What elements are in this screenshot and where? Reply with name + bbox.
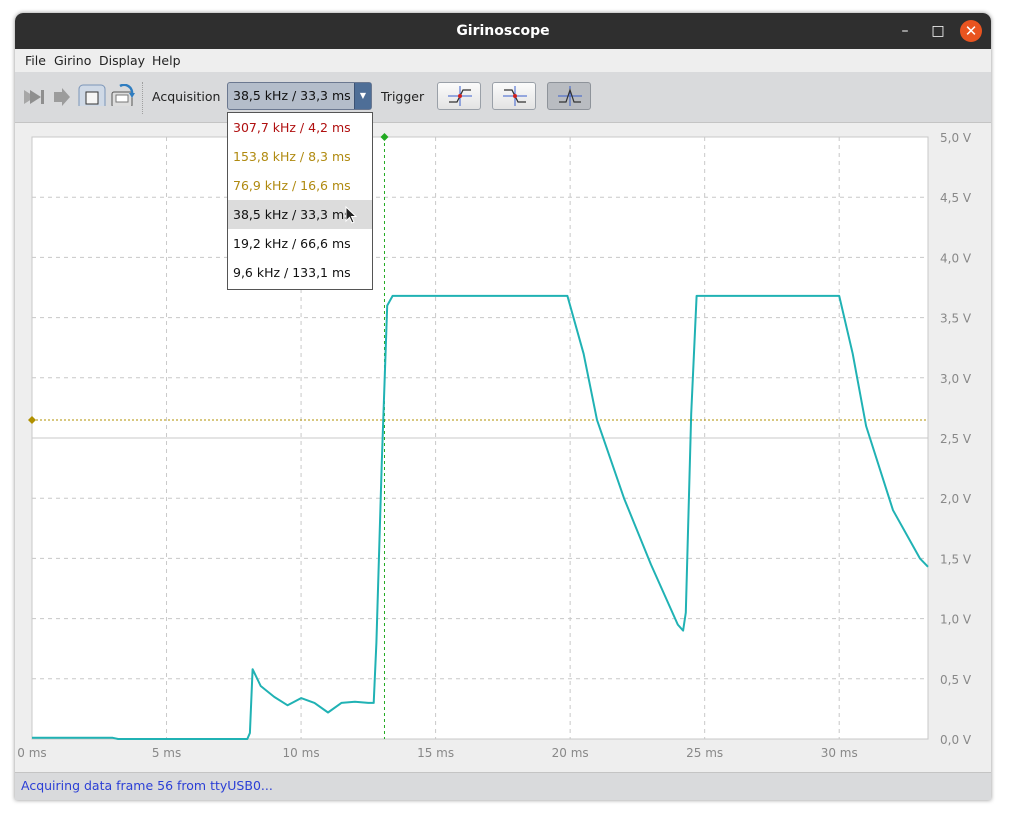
step-forward-icon[interactable]	[23, 86, 45, 108]
acquisition-option[interactable]: 153,8 kHz / 8,3 ms	[228, 142, 372, 171]
acquisition-combo-value: 38,5 kHz / 33,3 ms	[233, 88, 351, 103]
menu-display[interactable]: Display	[99, 49, 145, 72]
trigger-falling-edge-button[interactable]	[492, 82, 536, 110]
y-tick-label: 1,0 V	[940, 613, 972, 627]
y-tick-label: 3,0 V	[940, 372, 972, 386]
acquisition-label: Acquisition	[152, 89, 221, 104]
trigger-falling-edge-icon	[503, 86, 527, 106]
x-tick-label: 0 ms	[17, 746, 46, 760]
acquisition-option[interactable]: 76,9 kHz / 16,6 ms	[228, 171, 372, 200]
trigger-label: Trigger	[381, 89, 425, 104]
status-bar: Acquiring data frame 56 from ttyUSB0...	[15, 772, 991, 800]
toolbar: Acquisition 38,5 kHz / 33,3 ms ▼ Trigger	[15, 72, 991, 123]
y-tick-label: 1,5 V	[940, 552, 972, 566]
app-window: Girinoscope – □ ✕ File Girino Display He…	[15, 13, 991, 800]
y-tick-label: 5,0 V	[940, 131, 972, 145]
trigger-both-edges-icon	[558, 86, 582, 106]
y-tick-label: 3,5 V	[940, 312, 972, 326]
stop-icon[interactable]	[78, 84, 106, 106]
save-frame-icon[interactable]	[110, 84, 136, 106]
x-tick-label: 20 ms	[552, 746, 589, 760]
menu-help[interactable]: Help	[152, 49, 181, 72]
oscilloscope-plot[interactable]: 0 ms 5 ms 10 ms 15 ms 20 ms 25 ms 30 ms 0,0 V 0,…	[15, 123, 991, 772]
acquisition-option[interactable]: 307,7 kHz / 4,2 ms	[228, 113, 372, 142]
play-icon[interactable]	[52, 86, 72, 108]
y-tick-label: 2,5 V	[940, 432, 972, 446]
title-bar: Girinoscope – □ ✕	[15, 13, 991, 49]
trigger-rising-edge-button[interactable]	[437, 82, 481, 110]
y-tick-label: 2,0 V	[940, 492, 972, 506]
menu-file[interactable]: File	[25, 49, 46, 72]
x-tick-label: 15 ms	[417, 746, 454, 760]
close-button[interactable]: ✕	[960, 20, 982, 42]
menu-girino[interactable]: Girino	[54, 49, 91, 72]
acquisition-dropdown: 307,7 kHz / 4,2 ms 153,8 kHz / 8,3 ms 76…	[227, 112, 373, 290]
x-tick-label: 10 ms	[283, 746, 320, 760]
x-tick-label: 30 ms	[821, 746, 858, 760]
y-tick-label: 0,5 V	[940, 673, 972, 687]
trigger-rising-edge-icon	[448, 86, 472, 106]
menu-bar: File Girino Display Help	[15, 49, 991, 72]
chevron-down-icon[interactable]: ▼	[354, 83, 371, 109]
x-tick-label: 25 ms	[686, 746, 723, 760]
minimize-button[interactable]: –	[893, 19, 917, 43]
window-title: Girinoscope	[456, 23, 550, 39]
y-tick-label: 0,0 V	[940, 733, 972, 747]
y-tick-label: 4,0 V	[940, 251, 972, 265]
mouse-pointer-icon	[345, 206, 357, 224]
maximize-button[interactable]: □	[926, 19, 950, 43]
signal-chart[interactable]: 0 ms 5 ms 10 ms 15 ms 20 ms 25 ms 30 ms 0,0 V 0,…	[15, 123, 991, 772]
acquisition-option[interactable]: 9,6 kHz / 133,1 ms	[228, 258, 372, 287]
acquisition-combo[interactable]: 38,5 kHz / 33,3 ms ▼	[227, 82, 372, 110]
toolbar-separator	[142, 82, 143, 114]
acquisition-option[interactable]: 19,2 kHz / 66,6 ms	[228, 229, 372, 258]
x-tick-label: 5 ms	[152, 746, 181, 760]
trigger-both-edges-button[interactable]	[547, 82, 591, 110]
status-text: Acquiring data frame 56 from ttyUSB0...	[21, 778, 273, 793]
y-tick-label: 4,5 V	[940, 191, 972, 205]
